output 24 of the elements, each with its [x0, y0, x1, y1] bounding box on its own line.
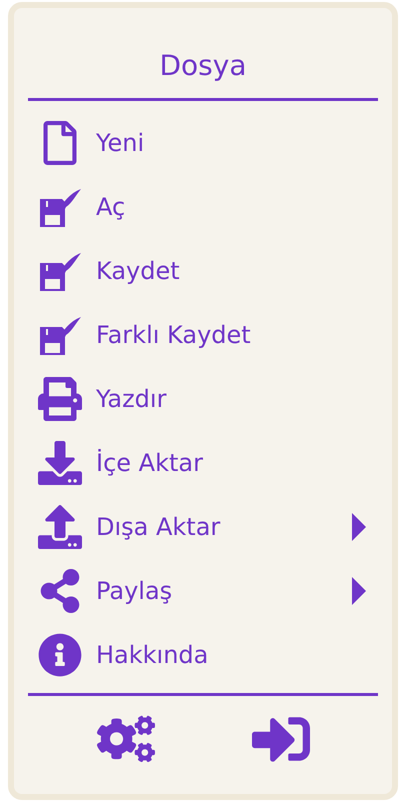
menu-item-label: Yazdır [96, 384, 168, 415]
menu-item-label: Yeni [96, 128, 146, 159]
menu-item[interactable]: Yazdır [28, 367, 378, 431]
download-icon [38, 441, 82, 485]
info-icon [38, 633, 82, 677]
menu-item-label: Dışa Aktar [96, 512, 222, 543]
menu-item-label: İçe Aktar [96, 448, 204, 479]
menu-item-label: Kaydet [96, 256, 181, 287]
menu-item-label: Aç [96, 192, 126, 223]
menu-title: Dosya [158, 52, 248, 80]
menu-item-label: Hakkında [96, 640, 210, 671]
upload-icon [38, 505, 82, 549]
menu-item[interactable]: Yeni [28, 111, 378, 175]
share-icon [38, 569, 82, 613]
menu-item[interactable]: Kaydet [28, 239, 378, 303]
menu-item[interactable]: Farklı Kaydet [28, 303, 378, 367]
menu-item[interactable]: Hakkında [28, 623, 378, 687]
menu-item-label: Paylaş [96, 576, 174, 607]
menu-item[interactable]: İçe Aktar [28, 431, 378, 495]
menu-item[interactable]: Dışa Aktar [28, 495, 378, 559]
menu-item[interactable]: Paylaş [28, 559, 378, 623]
printer-icon [38, 377, 82, 421]
menu-item-label: Farklı Kaydet [96, 320, 252, 351]
menu-item[interactable]: Aç [28, 175, 378, 239]
